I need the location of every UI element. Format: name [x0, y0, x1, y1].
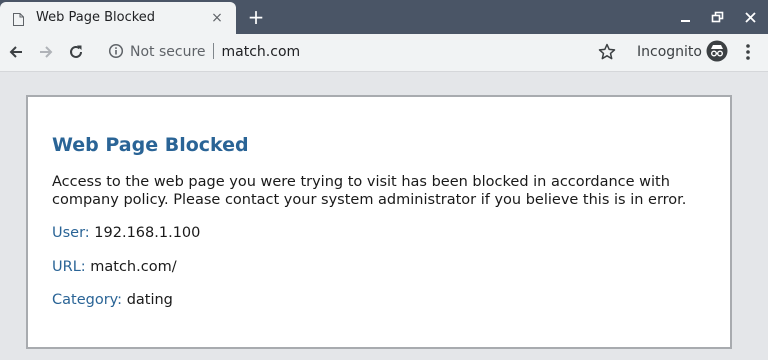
title-bar: Web Page Blocked × + — [0, 0, 768, 34]
security-label: Not secure — [130, 44, 206, 60]
tab-close-icon[interactable]: × — [207, 8, 227, 28]
incognito-label: Incognito — [637, 44, 702, 60]
restore-icon[interactable] — [707, 5, 729, 29]
url-value: match.com/ — [90, 259, 177, 275]
page-title: Web Page Blocked — [52, 134, 249, 156]
url-divider — [212, 43, 214, 59]
reload-button[interactable] — [63, 39, 89, 65]
category-field: Category: dating — [52, 291, 173, 309]
blocked-message: Access to the web page you were trying t… — [52, 174, 687, 208]
browser-toolbar: Not secure match.com Incognito — [0, 34, 768, 72]
info-icon[interactable] — [108, 43, 124, 59]
more-menu-icon[interactable] — [738, 41, 758, 63]
close-icon[interactable] — [740, 5, 762, 29]
page-icon — [13, 11, 24, 26]
minimize-icon[interactable] — [675, 5, 697, 29]
url-label: URL: — [52, 259, 86, 275]
tab-web-page-blocked[interactable]: Web Page Blocked × — [0, 2, 236, 34]
user-field: User: 192.168.1.100 — [52, 224, 200, 242]
forward-button[interactable] — [33, 39, 59, 65]
forward-arrow-icon — [40, 46, 53, 58]
user-label: User: — [52, 225, 90, 241]
page-viewport: Web Page Blocked Access to the web page … — [0, 72, 768, 360]
back-button[interactable] — [3, 39, 29, 65]
new-tab-button[interactable]: + — [244, 4, 268, 30]
user-value: 192.168.1.100 — [94, 225, 201, 241]
category-value: dating — [126, 292, 173, 308]
reload-icon — [70, 45, 82, 58]
incognito-icon[interactable] — [706, 40, 728, 62]
url-text: match.com — [221, 44, 301, 60]
omnibox[interactable]: Not secure match.com — [130, 43, 300, 61]
tab-title: Web Page Blocked — [36, 10, 156, 25]
back-arrow-icon — [9, 46, 22, 58]
blocked-notice-card: Web Page Blocked Access to the web page … — [26, 95, 732, 349]
bookmark-star-icon[interactable] — [597, 42, 617, 62]
url-field: URL: match.com/ — [52, 258, 177, 276]
category-label: Category: — [52, 292, 123, 308]
